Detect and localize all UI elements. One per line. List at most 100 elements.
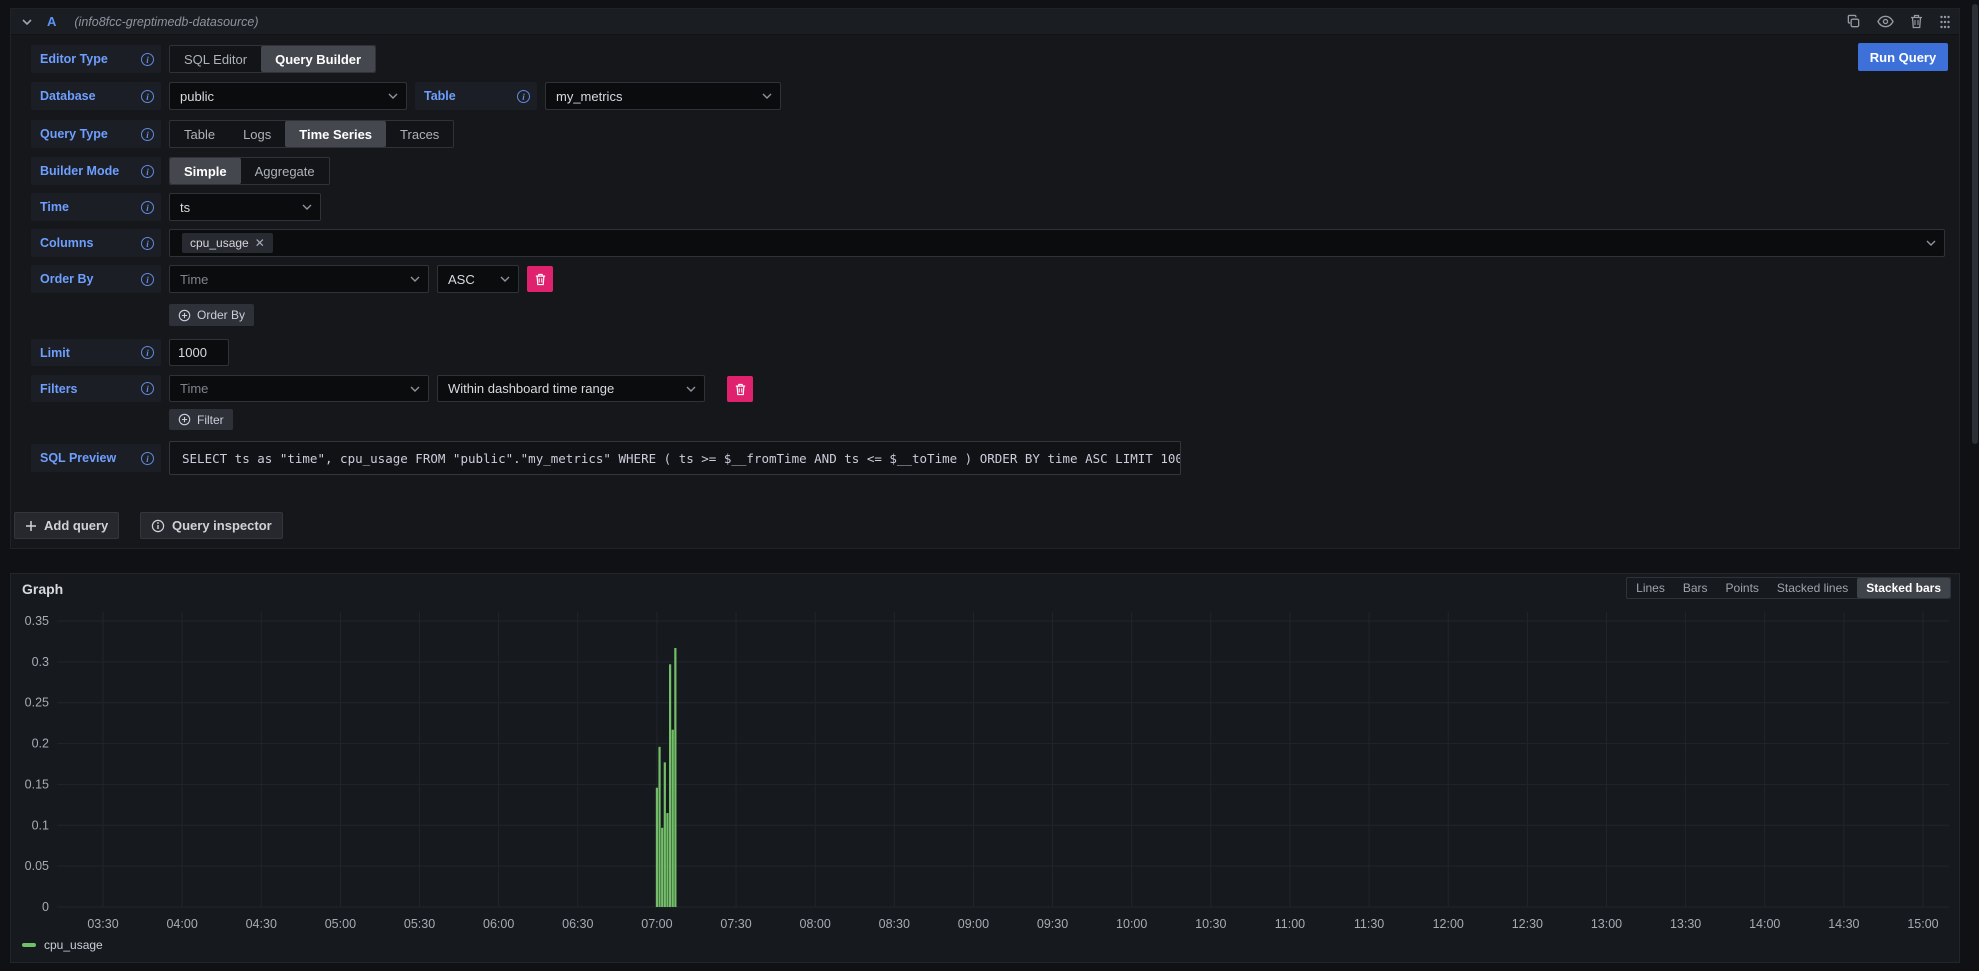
x-tick-label: 12:30 — [1512, 917, 1543, 931]
query-type-toggle: TableLogsTime SeriesTraces — [169, 120, 454, 148]
filter-range-value: Within dashboard time range — [448, 381, 614, 396]
columns-multiselect[interactable]: cpu_usage ✕ — [169, 229, 1945, 257]
query-editor-card: A (info8fcc-greptimedb-datasource) — [10, 8, 1960, 549]
order-by-direction-value: ASC — [448, 272, 475, 287]
legend-item[interactable]: cpu_usage — [22, 938, 103, 952]
y-tick-label: 0.35 — [25, 614, 49, 628]
datasource-name: (info8fcc-greptimedb-datasource) — [74, 15, 258, 29]
x-tick-label: 05:30 — [404, 917, 435, 931]
x-tick-label: 13:00 — [1591, 917, 1622, 931]
filters-label: Filters i — [31, 375, 161, 402]
page: A (info8fcc-greptimedb-datasource) — [0, 0, 1979, 971]
info-icon[interactable]: i — [141, 346, 154, 359]
remove-order-by-button[interactable] — [527, 266, 553, 292]
x-tick-label: 06:30 — [562, 917, 593, 931]
remove-column-icon[interactable]: ✕ — [255, 236, 265, 250]
editor-type-toggle: SQL EditorQuery Builder — [169, 45, 376, 73]
info-icon[interactable]: i — [141, 128, 154, 141]
info-icon[interactable]: i — [141, 237, 154, 250]
collapse-chevron-icon[interactable] — [21, 18, 33, 26]
editor-type-label: Editor Type i — [31, 45, 161, 73]
info-icon[interactable]: i — [517, 90, 530, 103]
chevron-down-icon — [402, 386, 420, 392]
eye-icon[interactable] — [1877, 15, 1894, 28]
x-tick-label: 05:00 — [325, 917, 356, 931]
info-icon[interactable]: i — [141, 90, 154, 103]
option-sql-editor[interactable]: SQL Editor — [170, 46, 261, 72]
filter-field-value: Time — [180, 381, 208, 396]
option-logs[interactable]: Logs — [229, 121, 285, 147]
chevron-down-icon — [402, 276, 420, 282]
query-type-label: Query Type i — [31, 120, 161, 148]
y-tick-label: 0.15 — [25, 777, 49, 791]
run-query-button[interactable]: Run Query — [1858, 43, 1948, 71]
filter-range-select[interactable]: Within dashboard time range — [437, 375, 705, 402]
add-query-button[interactable]: Add query — [14, 512, 119, 539]
info-icon[interactable]: i — [141, 53, 154, 66]
query-ref-id: A — [47, 14, 56, 29]
chevron-down-icon — [492, 276, 510, 282]
option-query-builder[interactable]: Query Builder — [261, 46, 375, 72]
option-table[interactable]: Table — [170, 121, 229, 147]
order-by-direction-select[interactable]: ASC — [437, 265, 519, 293]
query-header-actions — [1846, 14, 1951, 29]
x-tick-label: 07:30 — [720, 917, 751, 931]
order-by-label: Order By i — [31, 265, 161, 293]
info-icon[interactable]: i — [141, 452, 154, 465]
time-series-chart[interactable]: 00.050.10.150.20.250.30.3503:3004:0004:3… — [11, 604, 1961, 936]
add-query-label: Add query — [44, 518, 108, 533]
option-lines[interactable]: Lines — [1627, 578, 1674, 598]
limit-input[interactable]: 1000 — [169, 339, 229, 366]
add-filter-button[interactable]: Filter — [169, 409, 233, 430]
database-label: Database i — [31, 82, 161, 110]
add-order-by-button[interactable]: Order By — [169, 304, 254, 326]
option-stacked-bars[interactable]: Stacked bars — [1857, 578, 1950, 598]
option-aggregate[interactable]: Aggregate — [241, 158, 329, 184]
time-column-select[interactable]: ts — [169, 193, 321, 221]
bar — [664, 762, 666, 907]
x-tick-label: 09:30 — [1037, 917, 1068, 931]
y-tick-label: 0.2 — [32, 737, 49, 751]
x-tick-label: 10:00 — [1116, 917, 1147, 931]
chevron-down-icon — [754, 93, 772, 99]
info-icon[interactable]: i — [141, 382, 154, 395]
x-tick-label: 08:00 — [800, 917, 831, 931]
database-value: public — [180, 89, 214, 104]
graph-panel: Graph LinesBarsPointsStacked linesStacke… — [10, 573, 1960, 963]
x-tick-label: 11:30 — [1354, 917, 1384, 931]
option-traces[interactable]: Traces — [386, 121, 453, 147]
filter-field-select[interactable]: Time — [169, 375, 429, 402]
info-icon[interactable]: i — [141, 201, 154, 214]
option-time-series[interactable]: Time Series — [285, 121, 386, 147]
x-tick-label: 09:00 — [958, 917, 989, 931]
trash-icon[interactable] — [1910, 14, 1923, 29]
database-select[interactable]: public — [169, 82, 407, 110]
bar — [672, 730, 674, 907]
scrollbar-thumb[interactable] — [1972, 4, 1978, 444]
duplicate-icon[interactable] — [1846, 14, 1861, 29]
drag-handle-icon[interactable] — [1939, 15, 1951, 29]
series-name: cpu_usage — [44, 938, 103, 952]
option-bars[interactable]: Bars — [1674, 578, 1717, 598]
order-by-field-value: Time — [180, 272, 208, 287]
query-inspector-button[interactable]: Query inspector — [140, 512, 283, 539]
x-tick-label: 04:30 — [246, 917, 277, 931]
info-icon[interactable]: i — [141, 273, 154, 286]
option-simple[interactable]: Simple — [170, 158, 241, 184]
option-stacked-lines[interactable]: Stacked lines — [1768, 578, 1857, 598]
order-by-field-select[interactable]: Time — [169, 265, 429, 293]
limit-value: 1000 — [178, 345, 207, 360]
table-select[interactable]: my_metrics — [545, 82, 781, 110]
bar — [669, 664, 671, 907]
query-row-header[interactable]: A (info8fcc-greptimedb-datasource) — [11, 9, 1959, 35]
graph-panel-title: Graph — [22, 581, 63, 597]
builder-mode-toggle: SimpleAggregate — [169, 157, 330, 185]
x-tick-label: 03:30 — [87, 917, 118, 931]
column-chip: cpu_usage ✕ — [182, 233, 273, 253]
columns-row: Columns i cpu_usage ✕ — [11, 229, 1959, 257]
x-tick-label: 08:30 — [879, 917, 910, 931]
remove-filter-button[interactable] — [727, 376, 753, 402]
option-points[interactable]: Points — [1717, 578, 1768, 598]
info-icon[interactable]: i — [141, 165, 154, 178]
x-tick-label: 04:00 — [166, 917, 197, 931]
